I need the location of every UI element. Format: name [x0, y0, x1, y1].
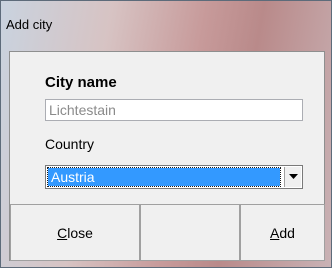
city-name-input[interactable]: Lichtestain — [45, 99, 303, 121]
dropdown-button[interactable] — [284, 167, 301, 187]
city-name-label: City name — [45, 74, 117, 91]
add-label-rest: dd — [279, 224, 295, 241]
country-label: Country — [45, 136, 95, 152]
country-dropdown[interactable]: Austria — [45, 165, 303, 189]
add-button-label: Add — [270, 225, 295, 241]
country-selected-value: Austria — [47, 167, 281, 187]
close-mnemonic: C — [57, 224, 68, 241]
chevron-down-icon — [288, 174, 298, 179]
button-spacer — [140, 204, 240, 261]
window-title: Add city — [6, 17, 53, 32]
add-button[interactable]: Add — [240, 204, 325, 261]
dialog-body: City name Lichtestain Country Austria Cl… — [9, 51, 325, 261]
close-button[interactable]: Close — [10, 204, 140, 261]
add-city-dialog: Add city City name Lichtestain Country A… — [0, 0, 332, 268]
close-label-rest: lose — [67, 224, 93, 241]
title-bar[interactable]: Add city — [1, 1, 331, 51]
add-mnemonic: A — [270, 224, 280, 241]
close-button-label: Close — [57, 225, 93, 241]
